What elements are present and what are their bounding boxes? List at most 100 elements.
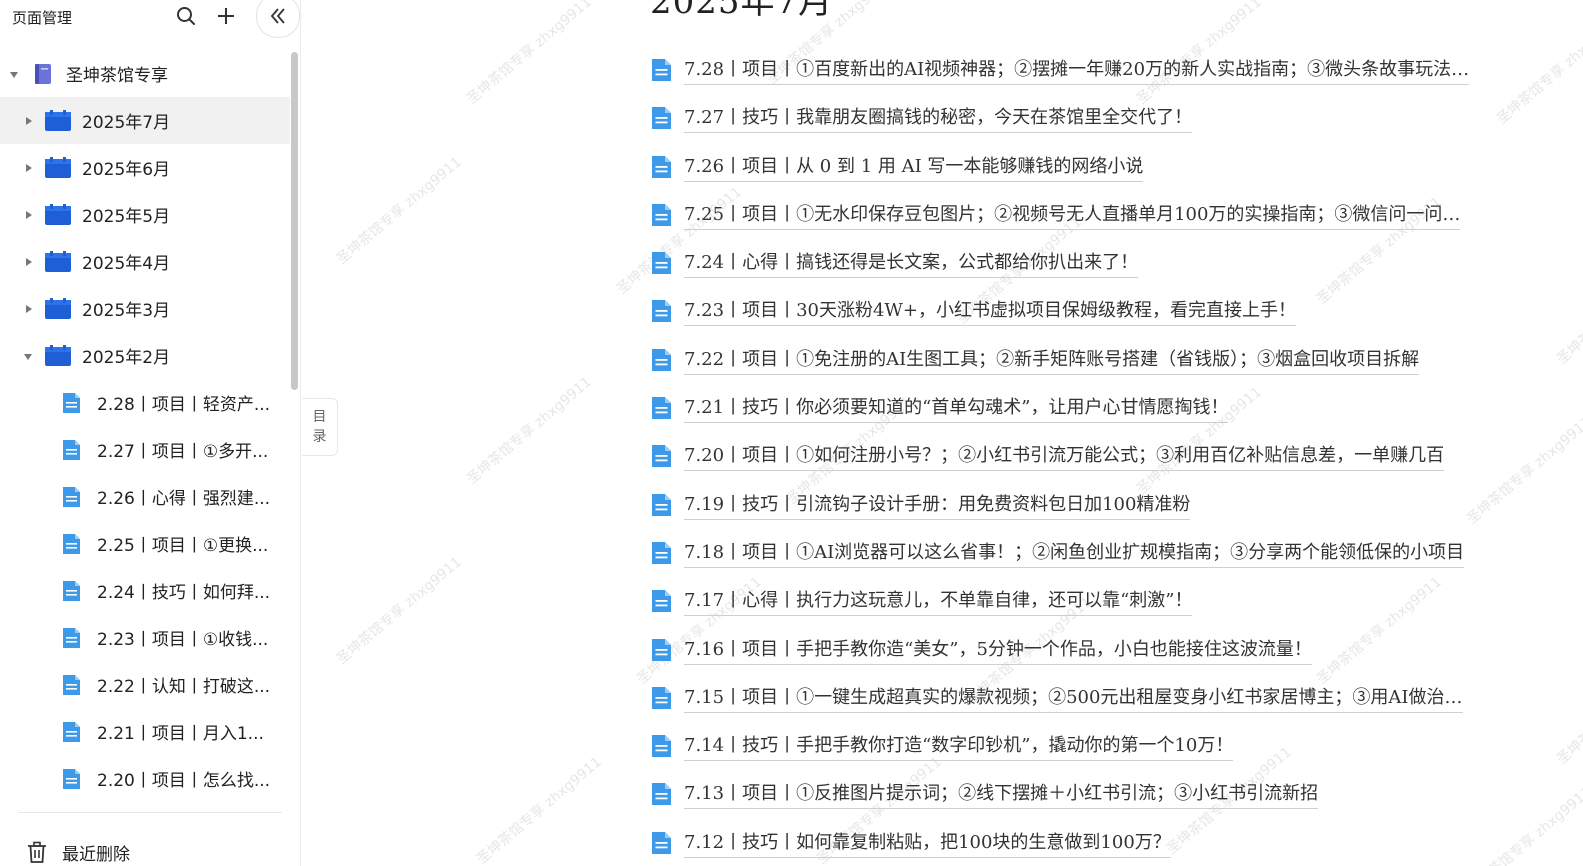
watermark-text: 圣坤茶馆专享 zhxg9911	[1553, 654, 1583, 768]
tree-doc[interactable]: 2.20丨项目丨怎么找...	[0, 755, 290, 802]
doc-link[interactable]: 7.21丨技巧丨你必须要知道的“首单勾魂术”，让用户心甘情愿掏钱！	[684, 393, 1229, 424]
doc-list-item[interactable]: 7.25丨项目丨①无水印保存豆包图片；②视频号无人直播单月100万的实操指南；③…	[652, 191, 1552, 239]
tree-doc[interactable]: 2.22丨认知丨打破这...	[0, 661, 290, 708]
document-icon	[652, 590, 671, 613]
doc-list-item[interactable]: 7.16丨项目丨手把手教你造“美女”，5分钟一个作品，小白也能接住这波流量！	[652, 626, 1552, 674]
tree-month-2025-02[interactable]: 2025年2月	[0, 332, 290, 379]
tree-doc[interactable]: 2.24丨技巧丨如何拜...	[0, 567, 290, 614]
doc-list-item[interactable]: 7.13丨项目丨①反推图片提示词；②线下摆摊＋小红书引流；③小红书引流新招	[652, 770, 1552, 818]
document-icon	[63, 722, 80, 742]
tree-doc[interactable]: 2.28丨项目丨轻资产...	[0, 379, 290, 426]
caret-right-icon[interactable]	[26, 258, 32, 266]
tree-doc[interactable]: 2.23丨项目丨①收钱...	[0, 614, 290, 661]
search-icon[interactable]	[174, 4, 198, 28]
tree-month-2025-03[interactable]: 2025年3月	[0, 285, 290, 332]
doc-link[interactable]: 7.28丨项目丨①百度新出的AI视频神器；②摆摊一年赚20万的新人实战指南；③微…	[684, 55, 1470, 85]
document-icon	[652, 638, 671, 661]
tree-month-label: 2025年4月	[82, 254, 171, 274]
tree-month-2025-06[interactable]: 2025年6月	[0, 144, 290, 191]
doc-list-item[interactable]: 7.17丨心得丨执行力这玩意儿，不单靠自律，还可以靠“刺激”！	[652, 577, 1552, 625]
document-icon	[63, 534, 80, 554]
tree-doc-label: 2.23丨项目丨①收钱...	[97, 630, 269, 650]
doc-link[interactable]: 7.26丨项目丨从 0 到 1 用 AI 写一本能够赚钱的网络小说	[684, 152, 1144, 182]
doc-link[interactable]: 7.23丨项目丨30天涨粉4W+，小红书虚拟项目保姆级教程，看完直接上手！	[684, 296, 1297, 327]
document-icon	[652, 203, 671, 226]
doc-link[interactable]: 7.27丨技巧丨我靠朋友圈搞钱的秘密，今天在茶馆里全交代了！	[684, 103, 1193, 134]
doc-link[interactable]: 7.24丨心得丨搞钱还得是长文案，公式都给你扒出来了！	[684, 248, 1139, 279]
tree-month-label: 2025年2月	[82, 348, 171, 368]
doc-list-item[interactable]: 7.23丨项目丨30天涨粉4W+，小红书虚拟项目保姆级教程，看完直接上手！	[652, 287, 1552, 335]
tree-doc-label: 2.24丨技巧丨如何拜...	[97, 583, 271, 603]
document-list: 7.28丨项目丨①百度新出的AI视频神器；②摆摊一年赚20万的新人实战指南；③微…	[652, 46, 1552, 866]
document-icon	[63, 487, 80, 507]
folder-icon	[45, 298, 71, 319]
watermark-text: 圣坤茶馆专享 zhxg9911	[333, 154, 465, 268]
doc-link[interactable]: 7.13丨项目丨①反推图片提示词；②线下摆摊＋小红书引流；③小红书引流新招	[684, 779, 1319, 810]
tree-month-2025-04[interactable]: 2025年4月	[0, 238, 290, 285]
doc-link[interactable]: 7.20丨项目丨①如何注册小号？；②小红书引流万能公式；③利用百亿补贴信息差，一…	[684, 441, 1445, 472]
doc-link[interactable]: 7.12丨技巧丨如何靠复制粘贴，把100块的生意做到100万？	[684, 828, 1171, 858]
document-icon	[652, 155, 671, 178]
document-icon	[63, 769, 80, 789]
tree-month-2025-07[interactable]: 2025年7月	[0, 97, 290, 144]
main-content: 圣坤茶馆专享 zhxg9911 圣坤茶馆专享 zhxg9911 圣坤茶馆专享 zhx…	[300, 0, 1583, 866]
recently-deleted-label: 最近删除	[62, 844, 130, 865]
sidebar-scrollbar[interactable]	[291, 52, 298, 390]
document-icon	[652, 445, 671, 468]
watermark-text: 圣坤茶馆专享 zhxg9911	[1553, 254, 1583, 368]
tree-month-label: 2025年6月	[82, 160, 171, 180]
tree-root-label: 圣坤茶馆专享	[66, 66, 168, 86]
doc-list-item[interactable]: 7.15丨项目丨①一键生成超真实的爆款视频；②500元出租屋变身小红书家居博主；…	[652, 674, 1552, 722]
doc-link[interactable]: 7.25丨项目丨①无水印保存豆包图片；②视频号无人直播单月100万的实操指南；③…	[684, 200, 1461, 230]
book-icon	[35, 64, 51, 84]
tree-doc[interactable]: 2.27丨项目丨①多开...	[0, 426, 290, 473]
document-icon	[652, 735, 671, 758]
caret-down-icon[interactable]	[24, 354, 32, 360]
sidebar-divider	[18, 812, 282, 813]
add-icon[interactable]	[214, 4, 238, 28]
doc-list-item[interactable]: 7.14丨技巧丨手把手教你打造“数字印钞机”，撬动你的第一个10万！	[652, 722, 1552, 770]
doc-link[interactable]: 7.17丨心得丨执行力这玩意儿，不单靠自律，还可以靠“刺激”！	[684, 586, 1193, 617]
recently-deleted-button[interactable]: 最近删除	[26, 838, 130, 866]
doc-list-item[interactable]: 7.24丨心得丨搞钱还得是长文案，公式都给你扒出来了！	[652, 239, 1552, 287]
watermark-text: 圣坤茶馆专享 zhxg9911	[333, 554, 465, 668]
tree-root[interactable]: 圣坤茶馆专享	[0, 50, 290, 97]
tree-doc[interactable]: 2.25丨项目丨①更换...	[0, 520, 290, 567]
doc-link[interactable]: 7.18丨项目丨①AI浏览器可以这么省事！；②闲鱼创业扩规模指南；③分享两个能领…	[684, 538, 1465, 568]
collapse-sidebar-icon[interactable]	[256, 0, 300, 38]
caret-right-icon[interactable]	[26, 164, 32, 172]
doc-list-item[interactable]: 7.19丨技巧丨引流钩子设计手册：用免费资料包日加100精准粉	[652, 481, 1552, 529]
doc-list-item[interactable]: 7.18丨项目丨①AI浏览器可以这么省事！；②闲鱼创业扩规模指南；③分享两个能领…	[652, 529, 1552, 577]
tree-doc-label: 2.25丨项目丨①更换...	[97, 536, 269, 556]
document-icon	[652, 252, 671, 275]
doc-list-item[interactable]: 7.27丨技巧丨我靠朋友圈搞钱的秘密，今天在茶馆里全交代了！	[652, 94, 1552, 142]
caret-right-icon[interactable]	[26, 211, 32, 219]
sidebar-title: 页面管理	[12, 9, 73, 27]
caret-right-icon[interactable]	[26, 117, 32, 125]
document-icon	[63, 393, 80, 413]
doc-link[interactable]: 7.19丨技巧丨引流钩子设计手册：用免费资料包日加100精准粉	[684, 490, 1191, 520]
tree-month-2025-05[interactable]: 2025年5月	[0, 191, 290, 238]
doc-list-item[interactable]: 7.21丨技巧丨你必须要知道的“首单勾魂术”，让用户心甘情愿掏钱！	[652, 384, 1552, 432]
document-icon	[652, 783, 671, 806]
tree-doc[interactable]: 2.26丨心得丨强烈建...	[0, 473, 290, 520]
doc-link[interactable]: 7.22丨项目丨①免注册的AI生图工具；②新手矩阵账号搭建（省钱版）；③烟盒回收…	[684, 345, 1420, 375]
document-icon	[63, 440, 80, 460]
tree-doc-label: 2.27丨项目丨①多开...	[97, 442, 269, 462]
document-icon	[652, 348, 671, 371]
doc-list-item[interactable]: 7.26丨项目丨从 0 到 1 用 AI 写一本能够赚钱的网络小说	[652, 143, 1552, 191]
caret-down-icon[interactable]	[10, 72, 18, 78]
tree-month-label: 2025年7月	[82, 113, 171, 133]
doc-list-item[interactable]: 7.28丨项目丨①百度新出的AI视频神器；②摆摊一年赚20万的新人实战指南；③微…	[652, 46, 1552, 94]
caret-right-icon[interactable]	[26, 305, 32, 313]
doc-list-item[interactable]: 7.12丨技巧丨如何靠复制粘贴，把100块的生意做到100万？	[652, 819, 1552, 866]
doc-link[interactable]: 7.14丨技巧丨手把手教你打造“数字印钞机”，撬动你的第一个10万！	[684, 731, 1234, 762]
doc-link[interactable]: 7.15丨项目丨①一键生成超真实的爆款视频；②500元出租屋变身小红书家居博主；…	[684, 683, 1463, 713]
document-icon	[652, 397, 671, 420]
doc-list-item[interactable]: 7.22丨项目丨①免注册的AI生图工具；②新手矩阵账号搭建（省钱版）；③烟盒回收…	[652, 336, 1552, 384]
tree-doc[interactable]: 2.21丨项目丨月入1...	[0, 708, 290, 755]
watermark-text: 圣坤茶馆专享 zhxg9911	[463, 374, 595, 488]
doc-list-item[interactable]: 7.20丨项目丨①如何注册小号？；②小红书引流万能公式；③利用百亿补贴信息差，一…	[652, 432, 1552, 480]
doc-link[interactable]: 7.16丨项目丨手把手教你造“美女”，5分钟一个作品，小白也能接住这波流量！	[684, 635, 1312, 665]
folder-icon	[45, 157, 71, 178]
